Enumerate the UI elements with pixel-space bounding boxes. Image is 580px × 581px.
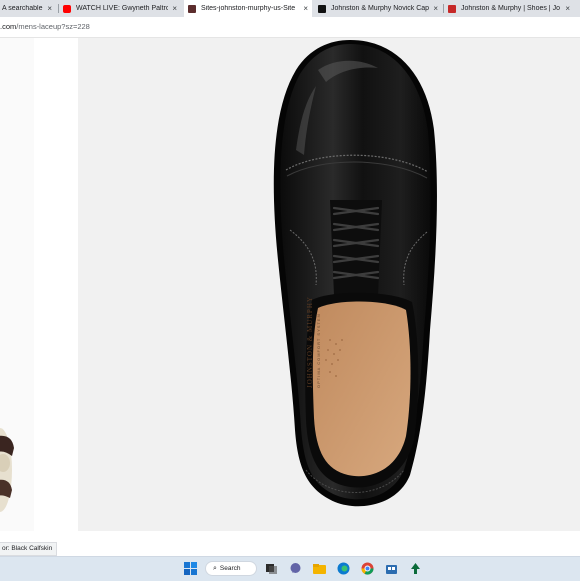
edge-icon[interactable] — [337, 562, 350, 575]
tab-searchable[interactable]: A searchable × — [0, 0, 56, 17]
address-bar[interactable]: .com/mens-laceup?sz=228 — [0, 17, 580, 38]
page-bottom — [0, 531, 580, 542]
search-icon: ⌕ — [213, 564, 217, 572]
close-tab-icon[interactable]: × — [303, 4, 308, 13]
chrome-icon[interactable] — [361, 562, 374, 575]
site-favicon-icon — [188, 4, 196, 13]
search-label: Search — [219, 565, 241, 572]
tab-johnston-site[interactable]: Sites-johnston-murphy-us-Site × — [184, 0, 312, 17]
taskbar: ⌕ Search — [0, 556, 580, 581]
tab-strip: A searchable × WATCH LIVE: Gwyneth Paltr… — [0, 0, 580, 17]
insole-brand: JOHNSTON & MURPHY — [306, 296, 314, 388]
shoe-image — [273, 40, 437, 507]
close-tab-icon[interactable]: × — [47, 4, 52, 13]
windows-start-icon[interactable] — [184, 562, 197, 575]
file-explorer-icon[interactable] — [313, 562, 326, 575]
tab-title: WATCH LIVE: Gwyneth Paltrow S — [76, 5, 169, 12]
site-favicon-icon — [448, 4, 456, 13]
thumbnail-image[interactable] — [0, 38, 34, 531]
close-tab-icon[interactable]: × — [433, 4, 438, 13]
taskbar-search[interactable]: ⌕ Search — [205, 561, 257, 576]
tab-novick[interactable]: Johnston & Murphy Novick Cap × — [314, 0, 442, 17]
url-path: /mens-laceup?sz=228 — [16, 22, 90, 31]
thumbnail-strip — [0, 38, 34, 531]
color-label: or: Black Calfskin — [0, 542, 58, 556]
url-host: .com — [0, 22, 17, 31]
news-icon[interactable] — [409, 562, 422, 575]
product-hero-image[interactable]: JOHNSTON & MURPHY OPTIMA COMFORT SYSTEM — [78, 38, 580, 531]
task-view-icon[interactable] — [265, 562, 278, 575]
tab-title: Johnston & Murphy | Shoes | Jo — [461, 5, 560, 12]
youtube-icon — [63, 4, 71, 13]
store-icon[interactable] — [385, 562, 398, 575]
insole-branding: JOHNSTON & MURPHY OPTIMA COMFORT SYSTEM — [306, 296, 321, 388]
tab-shoes[interactable]: Johnston & Murphy | Shoes | Jo × — [444, 0, 574, 17]
site-favicon-icon — [318, 4, 326, 13]
tab-title: A searchable — [2, 5, 43, 12]
close-tab-icon[interactable]: × — [172, 4, 177, 13]
page-gutter — [34, 38, 78, 531]
close-tab-icon[interactable]: × — [565, 4, 570, 13]
tab-title: Johnston & Murphy Novick Cap — [331, 5, 430, 12]
url-text[interactable]: .com/mens-laceup?sz=228 — [0, 22, 90, 31]
insole-subtext: OPTIMA COMFORT SYSTEM — [316, 313, 321, 388]
tab-title: Sites-johnston-murphy-us-Site — [201, 5, 296, 12]
chat-icon[interactable] — [289, 562, 302, 575]
tab-gwyneth[interactable]: WATCH LIVE: Gwyneth Paltrow S × — [59, 0, 181, 17]
